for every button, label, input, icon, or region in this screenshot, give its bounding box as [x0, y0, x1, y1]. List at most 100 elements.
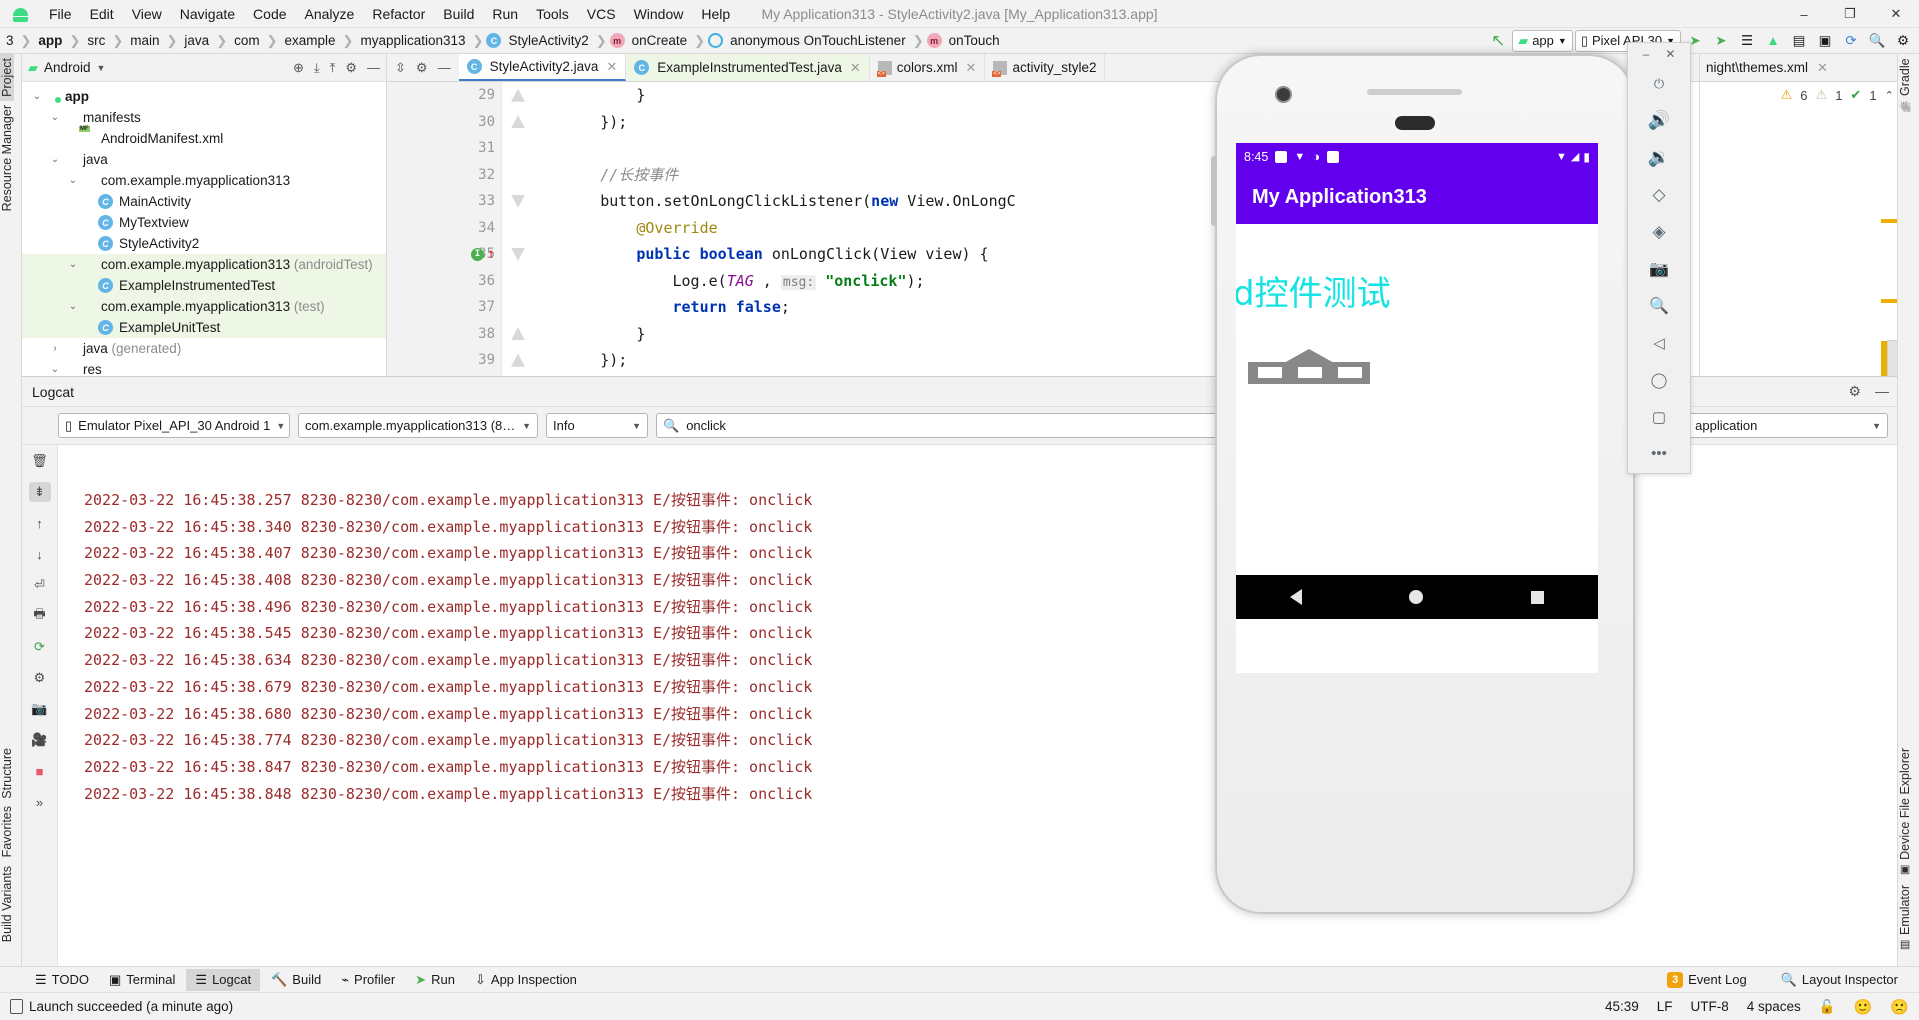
tree-node[interactable]: C MainActivity [22, 191, 386, 212]
tree-node[interactable]: C ExampleUnitTest [22, 317, 386, 338]
tree-node[interactable]: ⌄ app [22, 86, 386, 107]
stop-icon[interactable]: ■ [29, 761, 51, 781]
breadcrumb-main[interactable]: main [124, 32, 165, 49]
sdk-manager-button[interactable]: ▣ [1813, 30, 1837, 52]
chevron-down-icon[interactable]: ⌄ [48, 112, 62, 123]
menu-edit[interactable]: Edit [81, 3, 123, 25]
soft-wrap-icon[interactable]: ⏎ [29, 575, 51, 595]
run-gutter-icon[interactable]: I [471, 247, 484, 261]
chevron-down-icon[interactable]: ⌄ [66, 175, 80, 186]
nav-home-icon[interactable] [1409, 590, 1424, 604]
emulator-minimize-button[interactable]: – [1643, 47, 1650, 61]
caret-position[interactable]: 45:39 [1605, 999, 1639, 1014]
chevron-right-icon[interactable]: › [48, 343, 62, 354]
tool-window-favorites[interactable]: Favorites [0, 802, 14, 861]
menu-vcs[interactable]: VCS [578, 3, 625, 25]
back-icon[interactable]: ◁ [1642, 324, 1676, 361]
profiler-button[interactable]: ▲ [1761, 30, 1785, 52]
tab-activity-style2[interactable]: activity_style2 [985, 54, 1106, 81]
menu-window[interactable]: Window [625, 3, 693, 25]
settings-gear-icon[interactable]: ⚙ [29, 668, 51, 688]
down-arrow-icon[interactable]: ↓ [29, 544, 51, 564]
settings-gear-icon[interactable]: ⚙ [1891, 30, 1915, 52]
hide-panel-icon[interactable]: — [1875, 383, 1889, 400]
tool-button-logcat[interactable]: ☰ Logcat [186, 968, 261, 991]
gutter-line[interactable]: 33 [387, 188, 525, 215]
gutter-line[interactable]: 36 [387, 268, 501, 295]
search-icon[interactable]: 🔍 [1865, 30, 1889, 52]
logcat-process-selector[interactable]: com.example.myapplication313 (8… ▼ [298, 413, 538, 438]
android-navigation-bar[interactable] [1236, 575, 1598, 619]
close-button[interactable]: ✕ [1873, 0, 1919, 28]
collapse-all-icon[interactable]: ⤒ [330, 60, 336, 76]
tree-node[interactable]: C ExampleInstrumentedTest [22, 275, 386, 296]
tool-window-emulator[interactable]: ▤ Emulator [1898, 881, 1912, 956]
chevron-down-icon[interactable]: ▼ [97, 63, 106, 73]
hide-panel-icon[interactable]: — [367, 60, 380, 75]
tool-button-run[interactable]: ➤ Run [406, 969, 464, 991]
menu-tools[interactable]: Tools [527, 3, 578, 25]
more-icon[interactable]: » [29, 792, 51, 812]
tool-button-build[interactable]: 🔨 Build [262, 969, 330, 991]
app-content[interactable]: d控件测试 [1236, 224, 1598, 619]
breadcrumb-src[interactable]: src [81, 32, 111, 49]
tool-button-app-inspection[interactable]: ⇩ App Inspection [466, 969, 586, 991]
gutter-line[interactable]: 32 [387, 162, 501, 189]
gutter-line[interactable]: 34 [387, 215, 501, 242]
tool-window-project[interactable]: Project [0, 54, 14, 101]
breadcrumb-myapplication313[interactable]: myapplication313 [354, 32, 471, 49]
overview-icon[interactable]: ▢ [1642, 398, 1676, 435]
restart-icon[interactable]: ⟳ [29, 637, 51, 657]
breadcrumb-example[interactable]: example [279, 32, 342, 49]
tree-node[interactable]: AndroidManifest.xml [22, 128, 386, 149]
menu-run[interactable]: Run [483, 3, 527, 25]
tool-window-structure[interactable]: Structure [0, 744, 14, 803]
debug-button[interactable]: ➤ [1709, 30, 1733, 52]
breadcrumb-app[interactable]: app [32, 32, 68, 49]
sync-gradle-button[interactable]: ⟳ [1839, 30, 1863, 52]
logcat-level-selector[interactable]: Info ▼ [546, 413, 648, 438]
volume-down-icon[interactable]: 🔉 [1642, 139, 1676, 176]
zoom-icon[interactable]: 🔍 [1642, 287, 1676, 324]
tool-window-build-variants[interactable]: Build Variants [0, 862, 14, 946]
home-icon[interactable]: ◯ [1642, 361, 1676, 398]
screenshot-icon[interactable]: 📷 [29, 699, 51, 719]
scroll-to-end-icon[interactable]: ⇟ [28, 482, 51, 502]
emulator-screen[interactable]: 8:45 ▼ ◑ ▼ ◢ ▮ My Application313 d控件测试 [1236, 143, 1598, 673]
breadcrumb-com[interactable]: com [228, 32, 266, 49]
volume-up-icon[interactable]: 🔊 [1642, 102, 1676, 139]
tool-button-layout-inspector[interactable]: 🔍 Layout Inspector [1772, 969, 1907, 991]
file-encoding[interactable]: UTF-8 [1691, 999, 1729, 1014]
tree-node[interactable]: ⌄ com.example.myapplication313 [22, 170, 386, 191]
menu-refactor[interactable]: Refactor [363, 3, 434, 25]
tree-node[interactable]: ⌄ java [22, 149, 386, 170]
gutter-line[interactable]: 39 [387, 347, 525, 374]
menu-help[interactable]: Help [692, 3, 739, 25]
indent-setting[interactable]: 4 spaces [1747, 999, 1801, 1014]
menu-code[interactable]: Code [244, 3, 295, 25]
settings-gear-icon[interactable]: ⚙ [345, 60, 357, 76]
tool-window-device-file-explorer[interactable]: ▣ Device File Explorer [1898, 744, 1912, 881]
close-icon[interactable]: ✕ [1817, 60, 1828, 76]
close-icon[interactable]: ✕ [966, 60, 977, 76]
tab-night-themes-xml[interactable]: night\themes.xml ✕ ⌄ [1700, 54, 1919, 82]
tool-button-profiler[interactable]: ⌁ Profiler [332, 969, 404, 991]
logcat-device-selector[interactable]: ▯ Emulator Pixel_API_30 Android 1 ▼ [58, 413, 290, 438]
tree-node[interactable]: ⌄ com.example.myapplication313 (test) [22, 296, 386, 317]
chevron-down-icon[interactable]: ⌄ [30, 91, 44, 102]
breadcrumb-ontouch[interactable]: m onTouch [925, 32, 1006, 49]
gutter-line[interactable]: 29 [387, 82, 525, 109]
chevron-down-icon[interactable]: ⌄ [66, 301, 80, 312]
emulator-close-button[interactable]: ✕ [1665, 47, 1675, 61]
hide-editor-icon[interactable]: — [438, 60, 451, 75]
tree-node[interactable]: C MyTextview [22, 212, 386, 233]
tool-button-todo[interactable]: ☰ TODO [26, 969, 98, 991]
up-arrow-icon[interactable]: ↑ [29, 513, 51, 533]
tool-button-event-log[interactable]: 3 Event Log [1658, 969, 1756, 991]
previous-problem-icon[interactable]: ⌃ [1885, 89, 1894, 102]
breadcrumb-0[interactable]: 3 [0, 32, 20, 49]
avd-manager-button[interactable]: ▤ [1787, 30, 1811, 52]
rotate-right-icon[interactable]: ◈ [1642, 213, 1676, 250]
menu-view[interactable]: View [123, 3, 171, 25]
close-icon[interactable]: ✕ [606, 59, 617, 75]
